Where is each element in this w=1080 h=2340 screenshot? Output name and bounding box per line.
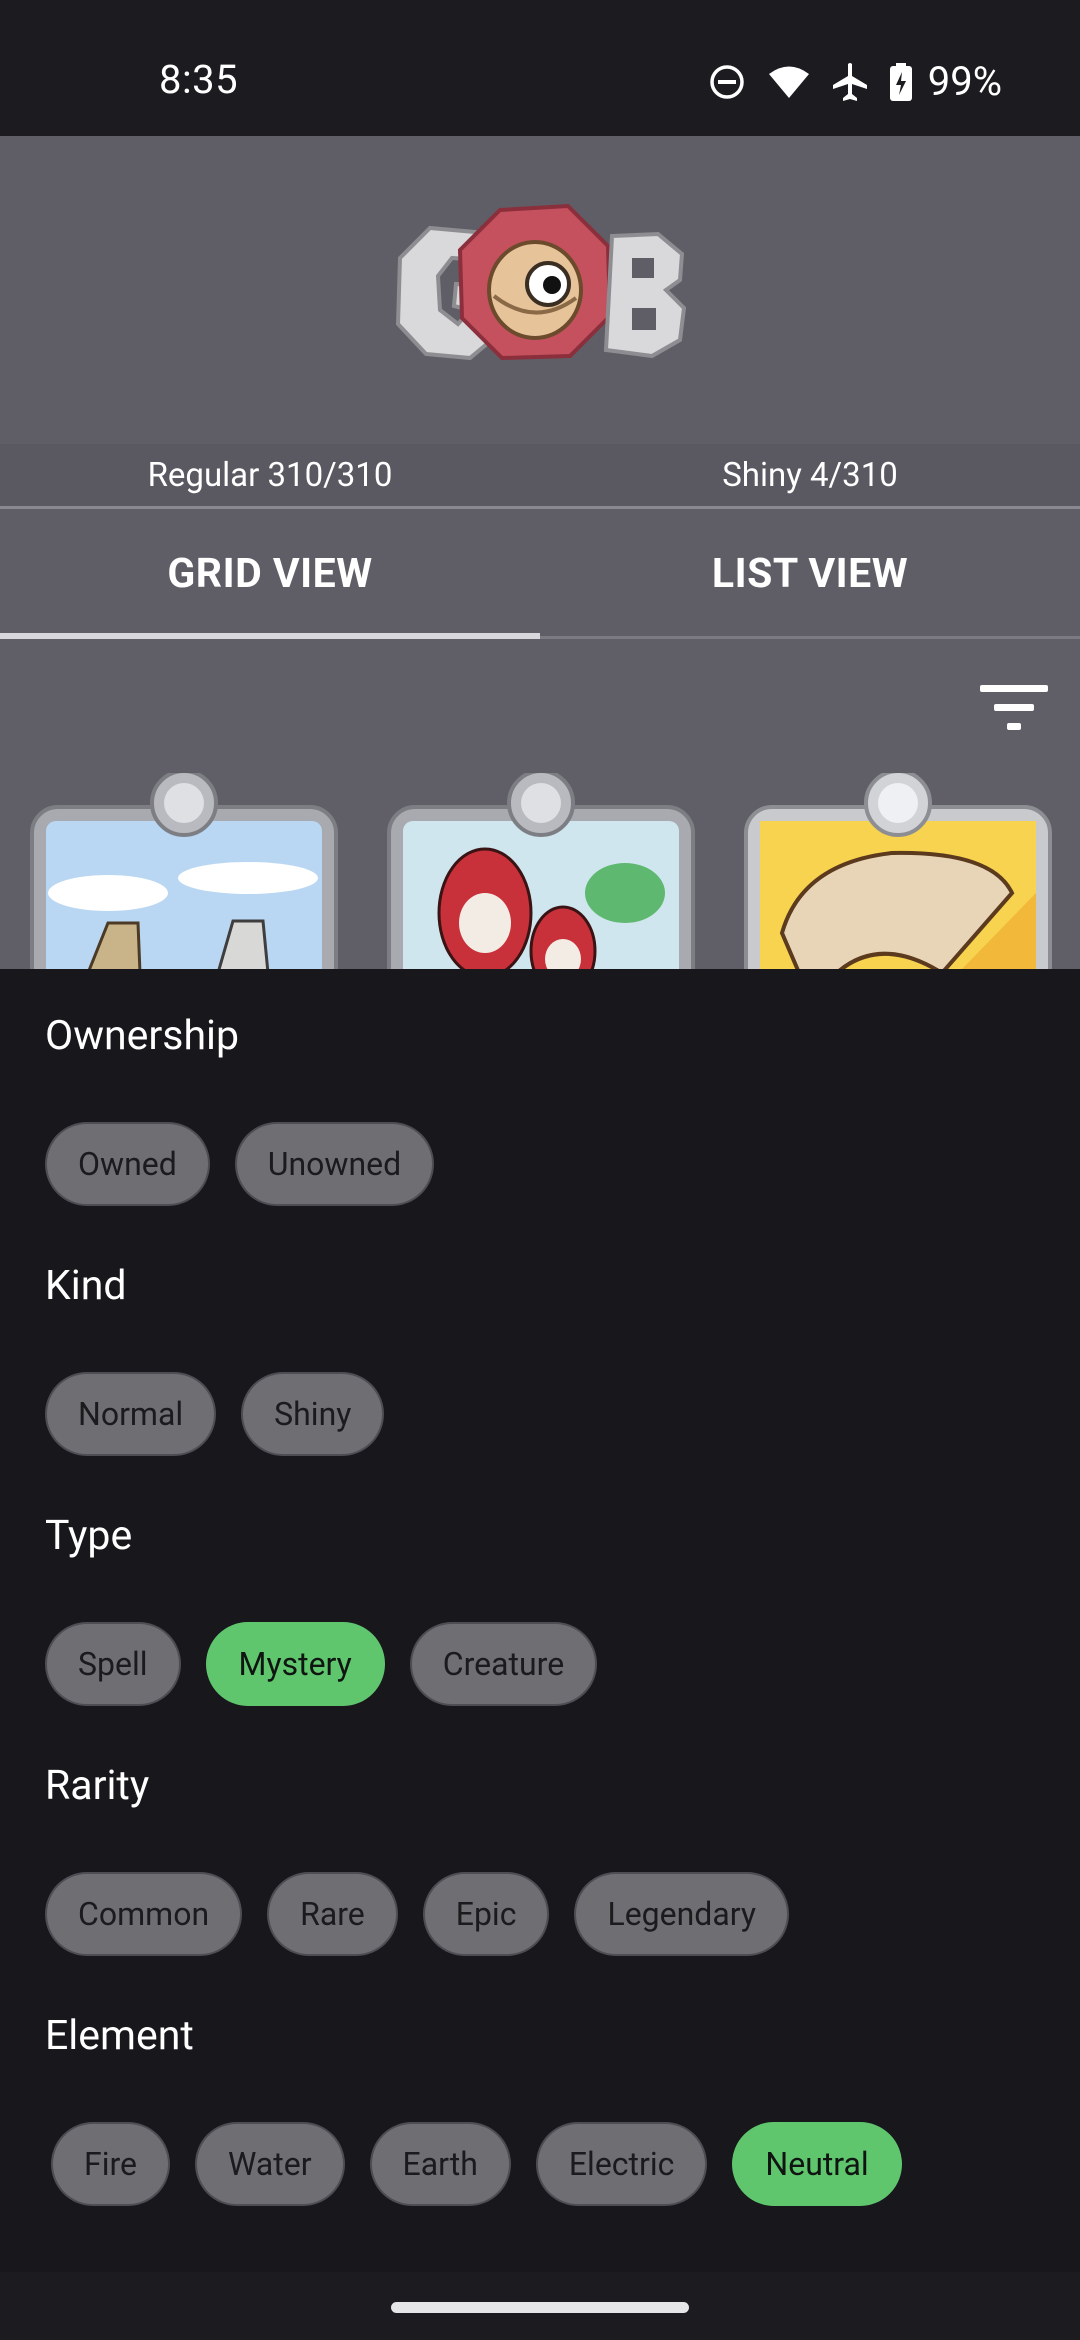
chip-normal[interactable]: Normal [45, 1372, 217, 1456]
filter-icon[interactable] [978, 681, 1050, 737]
chip-earth[interactable]: Earth [369, 2122, 511, 2206]
status-time: 8:35 [159, 56, 239, 103]
chip-shiny[interactable]: Shiny [241, 1372, 385, 1456]
navigation-bar [0, 2272, 1080, 2340]
type-chips: Spell Mystery Creature [45, 1622, 598, 1706]
chip-spell[interactable]: Spell [45, 1622, 181, 1706]
shiny-count: Shiny 4/310 [722, 456, 898, 495]
filter-sheet: Ownership Owned Unowned Kind Normal Shin… [0, 969, 1080, 2272]
chip-unowned[interactable]: Unowned [234, 1122, 435, 1206]
element-title: Element [45, 2012, 194, 2060]
home-gesture-handle[interactable] [391, 2302, 689, 2313]
chip-water[interactable]: Water [194, 2122, 345, 2206]
collection-counts: Regular 310/310 Shiny 4/310 [0, 444, 1080, 506]
wifi-icon [768, 65, 810, 99]
chip-neutral[interactable]: Neutral [732, 2122, 902, 2206]
ownership-title: Ownership [45, 1012, 240, 1060]
type-title: Type [45, 1512, 133, 1560]
airplane-mode-icon [832, 62, 868, 102]
card-item[interactable] [742, 773, 1054, 969]
chip-legendary[interactable]: Legendary [574, 1872, 789, 1956]
view-tabs: GRID VIEW LIST VIEW [0, 509, 1080, 639]
status-bar: 8:35 99% [0, 0, 1080, 136]
chip-creature[interactable]: Creature [409, 1622, 598, 1706]
app-header [0, 136, 1080, 444]
chip-epic[interactable]: Epic [422, 1872, 550, 1956]
card-item[interactable] [28, 773, 340, 969]
do-not-disturb-icon [708, 63, 746, 101]
element-chips: Fire Water Earth Electric Neutral [51, 2122, 902, 2206]
kind-title: Kind [45, 1262, 127, 1310]
tab-grid-view[interactable]: GRID VIEW [0, 509, 540, 639]
battery-percentage: 99% [927, 58, 1002, 105]
rarity-title: Rarity [45, 1762, 150, 1810]
status-icons: 99% [708, 58, 1002, 105]
chip-fire[interactable]: Fire [51, 2122, 170, 2206]
app-logo [395, 203, 687, 361]
chip-mystery[interactable]: Mystery [205, 1622, 385, 1706]
rarity-chips: Common Rare Epic Legendary [45, 1872, 789, 1956]
chip-common[interactable]: Common [45, 1872, 243, 1956]
card-grid [0, 639, 1080, 969]
chip-electric[interactable]: Electric [535, 2122, 708, 2206]
tab-list-view[interactable]: LIST VIEW [540, 509, 1080, 639]
battery-charging-icon [889, 62, 912, 101]
card-item[interactable] [385, 773, 697, 969]
ownership-chips: Owned Unowned [45, 1122, 435, 1206]
kind-chips: Normal Shiny [45, 1372, 385, 1456]
chip-owned[interactable]: Owned [45, 1122, 210, 1206]
chip-rare[interactable]: Rare [267, 1872, 398, 1956]
regular-count: Regular 310/310 [147, 456, 393, 495]
